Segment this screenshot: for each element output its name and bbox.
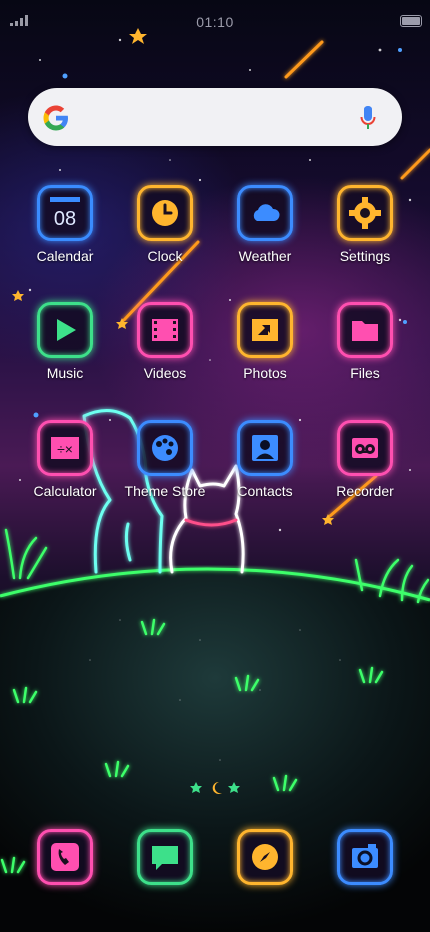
folder-icon: [352, 321, 378, 341]
app-tile: [137, 420, 193, 476]
page-dot-3: [228, 782, 240, 793]
recorder-icon: [352, 438, 378, 458]
app-tile: [337, 185, 393, 241]
google-logo-icon: [43, 105, 68, 131]
app-label: Calculator: [33, 483, 97, 499]
google-search-bar[interactable]: [28, 88, 402, 146]
dock-browser-compass-button[interactable]: [215, 829, 315, 885]
app-clock[interactable]: Clock: [115, 185, 215, 264]
dock-tile: [137, 829, 193, 885]
app-label: Recorder: [336, 483, 394, 499]
clock-icon: [152, 200, 178, 226]
app-label: Theme Store: [124, 483, 206, 499]
dock-tile: [337, 829, 393, 885]
app-tile: ÷×: [37, 420, 93, 476]
app-label: Calendar: [36, 248, 94, 264]
app-tile: 08: [37, 185, 93, 241]
app-calculator[interactable]: ÷× Calculator: [15, 420, 115, 499]
app-tile: [337, 420, 393, 476]
contact-icon: [252, 435, 278, 461]
app-label: Clock: [147, 248, 183, 264]
app-tile: [137, 185, 193, 241]
app-videos[interactable]: Videos: [115, 302, 215, 381]
battery-icon: [400, 15, 422, 27]
calendar-icon: 08: [50, 197, 80, 230]
app-label: Settings: [339, 248, 391, 264]
calculator-icon: ÷×: [51, 437, 79, 459]
dock-tile: [37, 829, 93, 885]
status-time: 01:10: [196, 14, 234, 30]
app-label: Music: [46, 365, 84, 381]
app-tile: [237, 302, 293, 358]
play-icon: [57, 319, 76, 341]
app-contacts[interactable]: Contacts: [215, 420, 315, 499]
camera-icon: [352, 844, 378, 868]
app-recorder[interactable]: Recorder: [315, 420, 415, 499]
browser-compass-icon: [252, 844, 278, 870]
app-tile: [237, 185, 293, 241]
app-label: Weather: [238, 248, 292, 264]
film-icon: [152, 319, 178, 341]
dock-phone-button[interactable]: [15, 829, 115, 885]
app-label: Contacts: [237, 483, 293, 499]
app-photos[interactable]: Photos: [215, 302, 315, 381]
phone-icon: [51, 843, 79, 871]
calendar-date: 08: [54, 208, 76, 230]
status-bar: 01:10: [0, 0, 430, 44]
app-weather[interactable]: Weather: [215, 185, 315, 264]
page-dot-1: [190, 782, 202, 793]
app-tile: [137, 302, 193, 358]
dock-camera-button[interactable]: [315, 829, 415, 885]
gear-icon: [349, 197, 381, 229]
app-label: Files: [350, 365, 380, 381]
dock-tile: [237, 829, 293, 885]
app-settings[interactable]: Settings: [315, 185, 415, 264]
app-tile: [37, 302, 93, 358]
dock-messages-button[interactable]: [115, 829, 215, 885]
palette-icon: [152, 435, 178, 461]
page-indicator: [190, 781, 240, 794]
mic-icon[interactable]: [360, 104, 376, 132]
messages-icon: [152, 846, 178, 870]
cloud-icon: [253, 204, 280, 221]
app-files[interactable]: Files: [315, 302, 415, 381]
app-label: Videos: [143, 365, 187, 381]
app-tile: [337, 302, 393, 358]
app-tile: [237, 420, 293, 476]
app-music[interactable]: Music: [15, 302, 115, 381]
app-calendar[interactable]: 08 Calendar: [15, 185, 115, 264]
photo-icon: [252, 319, 278, 341]
page-dot-current: [212, 781, 222, 794]
app-theme-store[interactable]: Theme Store: [115, 420, 215, 499]
app-label: Photos: [243, 365, 287, 381]
svg-text:÷×: ÷×: [57, 441, 73, 457]
